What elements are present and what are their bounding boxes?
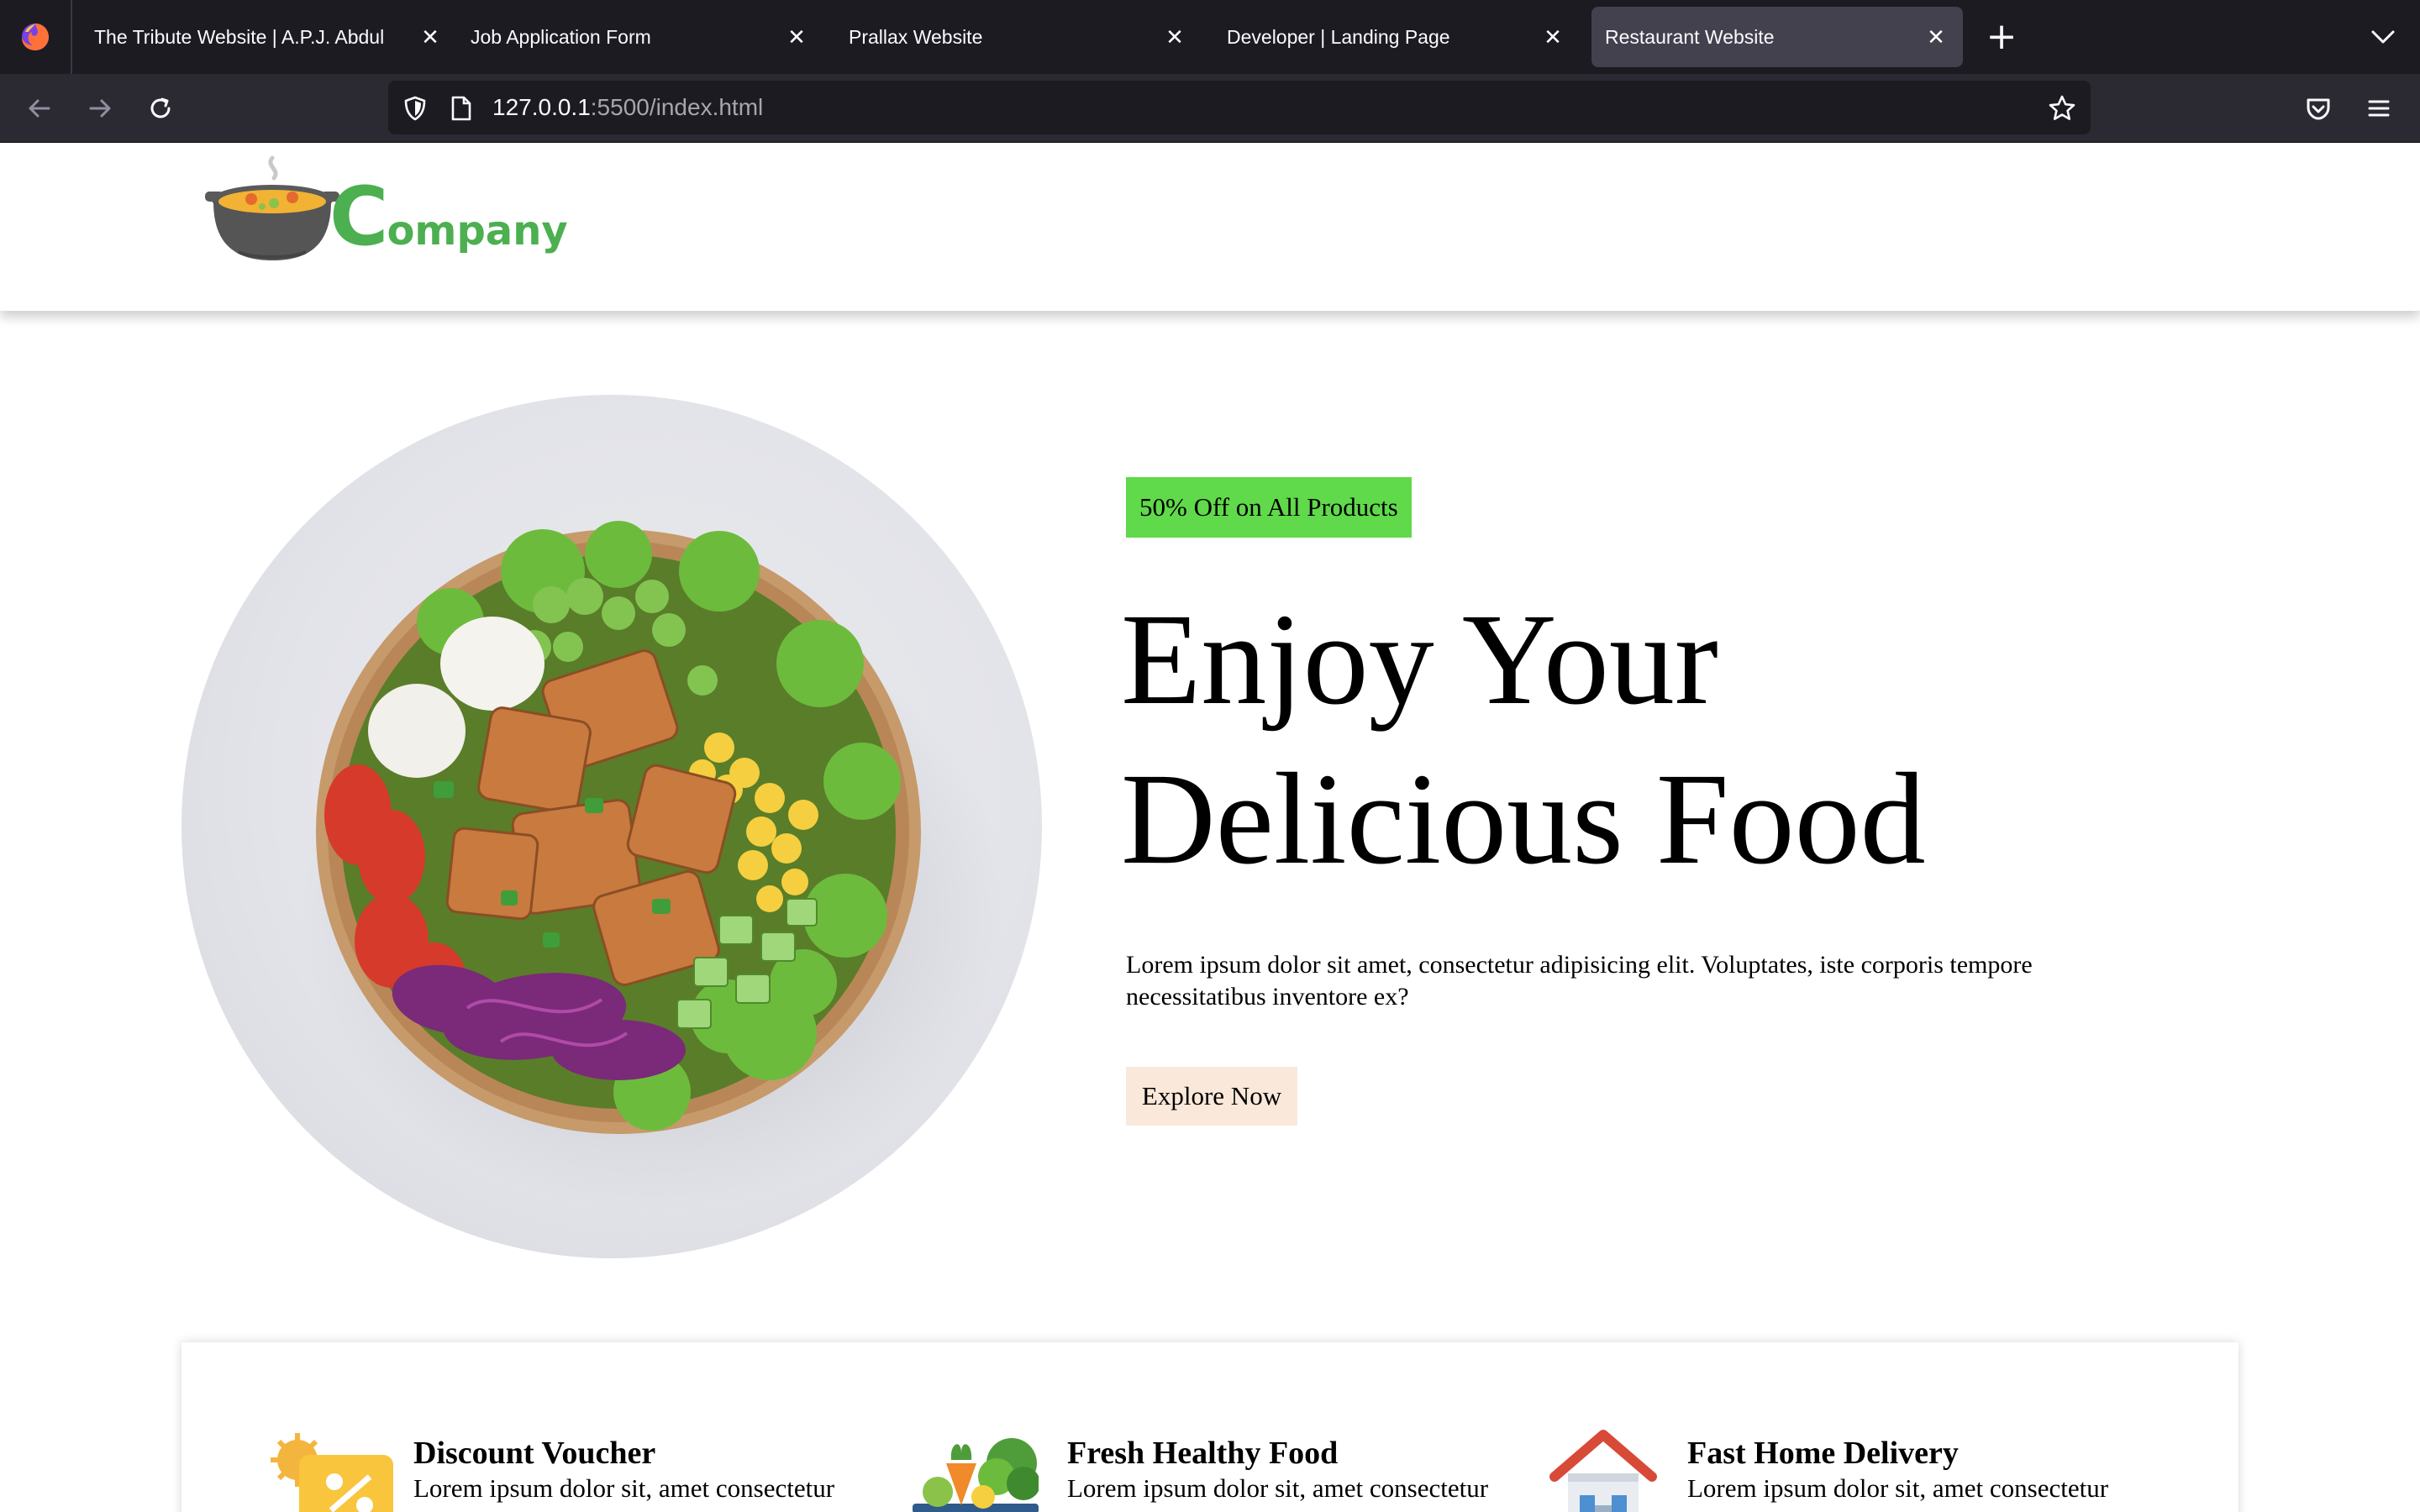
url-host: 127.0.0.1 bbox=[492, 94, 591, 120]
tab-prallax-website[interactable]: Prallax Website ✕ bbox=[827, 7, 1202, 67]
address-bar[interactable]: 127.0.0.1:5500/index.html bbox=[388, 81, 2091, 134]
vegetables-icon bbox=[913, 1438, 1039, 1512]
company-logo-text[interactable]: Company bbox=[329, 170, 568, 264]
feature-fresh-healthy-food: Fresh Healthy Food Lorem ipsum dolor sit… bbox=[913, 1342, 1518, 1512]
feature-discount-voucher: Discount Voucher Lorem ipsum dolor sit, … bbox=[271, 1342, 859, 1512]
url-text[interactable]: 127.0.0.1:5500/index.html bbox=[492, 81, 763, 134]
site-header: Company bbox=[0, 143, 2420, 311]
hero-description: Lorem ipsum dolor sit amet, consectetur … bbox=[1126, 951, 2033, 1011]
page-info-icon[interactable] bbox=[449, 95, 474, 122]
explore-now-button[interactable]: Explore Now bbox=[1126, 1067, 1297, 1126]
close-tab-icon[interactable]: ✕ bbox=[418, 25, 442, 49]
logo-initial: C bbox=[329, 170, 388, 264]
feature-fast-home-delivery: Fast Home Delivery Lorem ipsum dolor sit… bbox=[1548, 1342, 2136, 1512]
browser-toolbar: 127.0.0.1:5500/index.html bbox=[0, 74, 2420, 143]
tab-restaurant-website[interactable]: Restaurant Website ✕ bbox=[1591, 7, 1963, 67]
salad-bowl-illustration bbox=[299, 521, 1005, 1210]
tab-tribute-website[interactable]: The Tribute Website | A.P.J. Abdul Kalam… bbox=[72, 7, 445, 67]
feature-text: Lorem ipsum dolor sit, amet consectetur bbox=[1687, 1473, 2109, 1503]
hero-food-bowl-image bbox=[182, 395, 1042, 1258]
forward-icon[interactable] bbox=[82, 91, 118, 126]
pocket-icon[interactable] bbox=[2301, 91, 2336, 126]
tab-title: Developer | Landing Page bbox=[1227, 26, 1450, 48]
close-tab-icon[interactable]: ✕ bbox=[785, 25, 808, 49]
reload-icon[interactable] bbox=[143, 91, 178, 126]
firefox-icon[interactable] bbox=[18, 20, 52, 54]
new-tab-button[interactable]: + bbox=[1981, 17, 2022, 57]
cooking-pot-logo-icon[interactable] bbox=[205, 151, 339, 277]
logo-word: ompany bbox=[387, 207, 568, 255]
url-path: :5500/index.html bbox=[590, 94, 764, 120]
tab-title: Restaurant Website bbox=[1605, 26, 1775, 48]
discount-badge: 50% Off on All Products bbox=[1126, 477, 1412, 538]
close-tab-icon[interactable]: ✕ bbox=[1541, 25, 1565, 49]
home-icon bbox=[1549, 1430, 1657, 1512]
browser-tab-bar: The Tribute Website | A.P.J. Abdul Kalam… bbox=[0, 0, 2420, 74]
list-all-tabs-icon[interactable] bbox=[2368, 22, 2398, 52]
features-panel: Discount Voucher Lorem ipsum dolor sit, … bbox=[182, 1342, 2238, 1512]
headline-line-2: Delicious Food bbox=[1121, 746, 1926, 891]
close-tab-icon[interactable]: ✕ bbox=[1924, 25, 1948, 49]
headline-line-1: Enjoy Your bbox=[1121, 586, 1718, 732]
hamburger-menu-icon[interactable] bbox=[2361, 91, 2396, 126]
feature-title: Discount Voucher bbox=[413, 1436, 656, 1471]
feature-title: Fast Home Delivery bbox=[1687, 1436, 1959, 1471]
back-icon[interactable] bbox=[22, 91, 57, 126]
bookmark-star-icon[interactable] bbox=[2047, 93, 2077, 123]
close-tab-icon[interactable]: ✕ bbox=[1163, 25, 1186, 49]
voucher-icon bbox=[271, 1433, 393, 1512]
tab-job-application-form[interactable]: Job Application Form ✕ bbox=[449, 7, 823, 67]
tab-title: Prallax Website bbox=[849, 26, 983, 48]
feature-title: Fresh Healthy Food bbox=[1067, 1436, 1339, 1471]
hero-headline: Enjoy Your Delicious Food bbox=[1121, 580, 2213, 899]
tab-title: Job Application Form bbox=[471, 26, 651, 48]
tracking-protection-shield-icon[interactable] bbox=[402, 95, 429, 122]
feature-text: Lorem ipsum dolor sit, amet consectetur bbox=[413, 1473, 835, 1503]
tab-developer-landing-page[interactable]: Developer | Landing Page ✕ bbox=[1205, 7, 1580, 67]
feature-text: Lorem ipsum dolor sit, amet consectetur bbox=[1067, 1473, 1489, 1503]
tab-title: The Tribute Website | A.P.J. Abdul Kalam bbox=[94, 26, 387, 48]
